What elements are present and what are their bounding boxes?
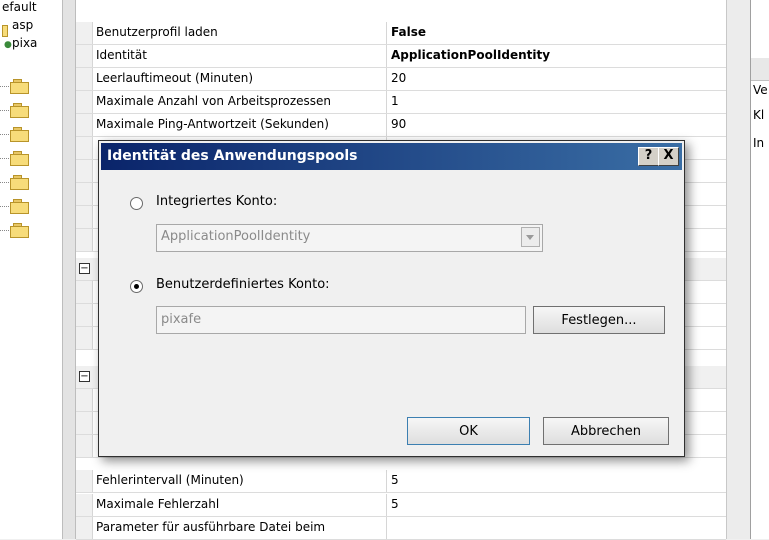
- tree-item-asp[interactable]: asp: [12, 18, 33, 32]
- dialog-titlebar[interactable]: Identität des Anwendungspools ? X: [101, 143, 682, 170]
- property-name: Maximale Anzahl von Arbeitsprozessen: [96, 94, 332, 108]
- collapse-icon[interactable]: −: [79, 371, 90, 382]
- cancel-button[interactable]: Abbrechen: [543, 417, 669, 445]
- property-value[interactable]: 5: [391, 473, 399, 487]
- globe-icon: ●: [4, 40, 12, 50]
- ok-button[interactable]: OK: [407, 417, 530, 445]
- property-value[interactable]: 90: [391, 117, 406, 131]
- splitter[interactable]: [62, 0, 76, 539]
- folder-icon[interactable]: [10, 151, 29, 166]
- property-value[interactable]: ApplicationPoolIdentity: [391, 48, 550, 62]
- property-value[interactable]: 20: [391, 71, 406, 85]
- tree-connector: [0, 134, 9, 135]
- property-name: Identität: [96, 48, 147, 62]
- property-row[interactable]: Maximale Fehlerzahl 5: [76, 494, 726, 517]
- tree-connector: [0, 230, 9, 231]
- property-row[interactable]: Fehlerintervall (Minuten) 5: [76, 470, 726, 493]
- vertical-scrollbar[interactable]: [726, 0, 751, 539]
- property-row[interactable]: Leerlauftimeout (Minuten) 20: [76, 68, 726, 91]
- property-value[interactable]: 1: [391, 94, 399, 108]
- folder-icon[interactable]: [10, 223, 29, 238]
- list-cell[interactable]: In: [753, 136, 764, 150]
- property-row[interactable]: Identität ApplicationPoolIdentity: [76, 45, 726, 68]
- custom-account-radio[interactable]: [130, 280, 143, 293]
- folder-icon[interactable]: [10, 175, 29, 190]
- builtin-account-label: Integriertes Konto:: [156, 194, 278, 209]
- folder-icon[interactable]: [10, 79, 29, 94]
- property-name: Parameter für ausführbare Datei beim: [96, 520, 326, 534]
- close-button[interactable]: X: [658, 147, 679, 166]
- set-account-button[interactable]: Festlegen...: [533, 306, 665, 334]
- folder-icon[interactable]: [10, 127, 29, 142]
- property-value[interactable]: 5: [391, 497, 399, 511]
- help-button[interactable]: ?: [638, 147, 659, 166]
- property-name: Benutzerprofil laden: [96, 25, 218, 39]
- property-row[interactable]: Maximale Ping-Antwortzeit (Sekunden) 90: [76, 114, 726, 137]
- dialog-title: Identität des Anwendungspools: [107, 148, 358, 164]
- builtin-account-select[interactable]: ApplicationPoolIdentity: [156, 224, 543, 252]
- site-tree: efault asp ● pixa: [0, 0, 62, 539]
- property-name: Maximale Ping-Antwortzeit (Sekunden): [96, 117, 329, 131]
- folder-icon[interactable]: [10, 103, 29, 118]
- custom-account-value: pixafe: [161, 312, 202, 327]
- identity-dialog: Identität des Anwendungspools ? X Integr…: [98, 140, 685, 457]
- property-name: Fehlerintervall (Minuten): [96, 473, 244, 487]
- builtin-account-value: ApplicationPoolIdentity: [161, 229, 311, 244]
- property-row[interactable]: Parameter für ausführbare Datei beim: [76, 517, 726, 540]
- custom-account-label: Benutzerdefiniertes Konto:: [156, 277, 330, 292]
- property-row[interactable]: Maximale Anzahl von Arbeitsprozessen 1: [76, 91, 726, 114]
- tree-connector: [0, 158, 9, 159]
- tree-item-default[interactable]: efault: [2, 0, 37, 14]
- property-name: Maximale Fehlerzahl: [96, 497, 220, 511]
- tree-connector: [0, 206, 9, 207]
- column-header[interactable]: [751, 58, 769, 81]
- property-value[interactable]: False: [391, 25, 426, 39]
- builtin-account-radio[interactable]: [130, 197, 143, 210]
- tree-connector: [0, 182, 9, 183]
- collapse-icon[interactable]: −: [79, 263, 90, 274]
- tree-connector: [0, 86, 9, 87]
- folder-icon[interactable]: [10, 199, 29, 214]
- list-cell[interactable]: Ve: [753, 83, 768, 97]
- tree-item-pixa[interactable]: pixa: [12, 36, 37, 50]
- property-row[interactable]: Benutzerprofil laden False: [76, 22, 726, 45]
- tree-connector: [0, 110, 9, 111]
- list-cell[interactable]: Kl: [753, 108, 764, 122]
- property-name: Leerlauftimeout (Minuten): [96, 71, 254, 85]
- chevron-down-icon[interactable]: [521, 227, 540, 247]
- right-panel: Ve Kl In: [750, 0, 769, 539]
- custom-account-field[interactable]: pixafe: [156, 306, 526, 334]
- folder-icon: [2, 22, 8, 37]
